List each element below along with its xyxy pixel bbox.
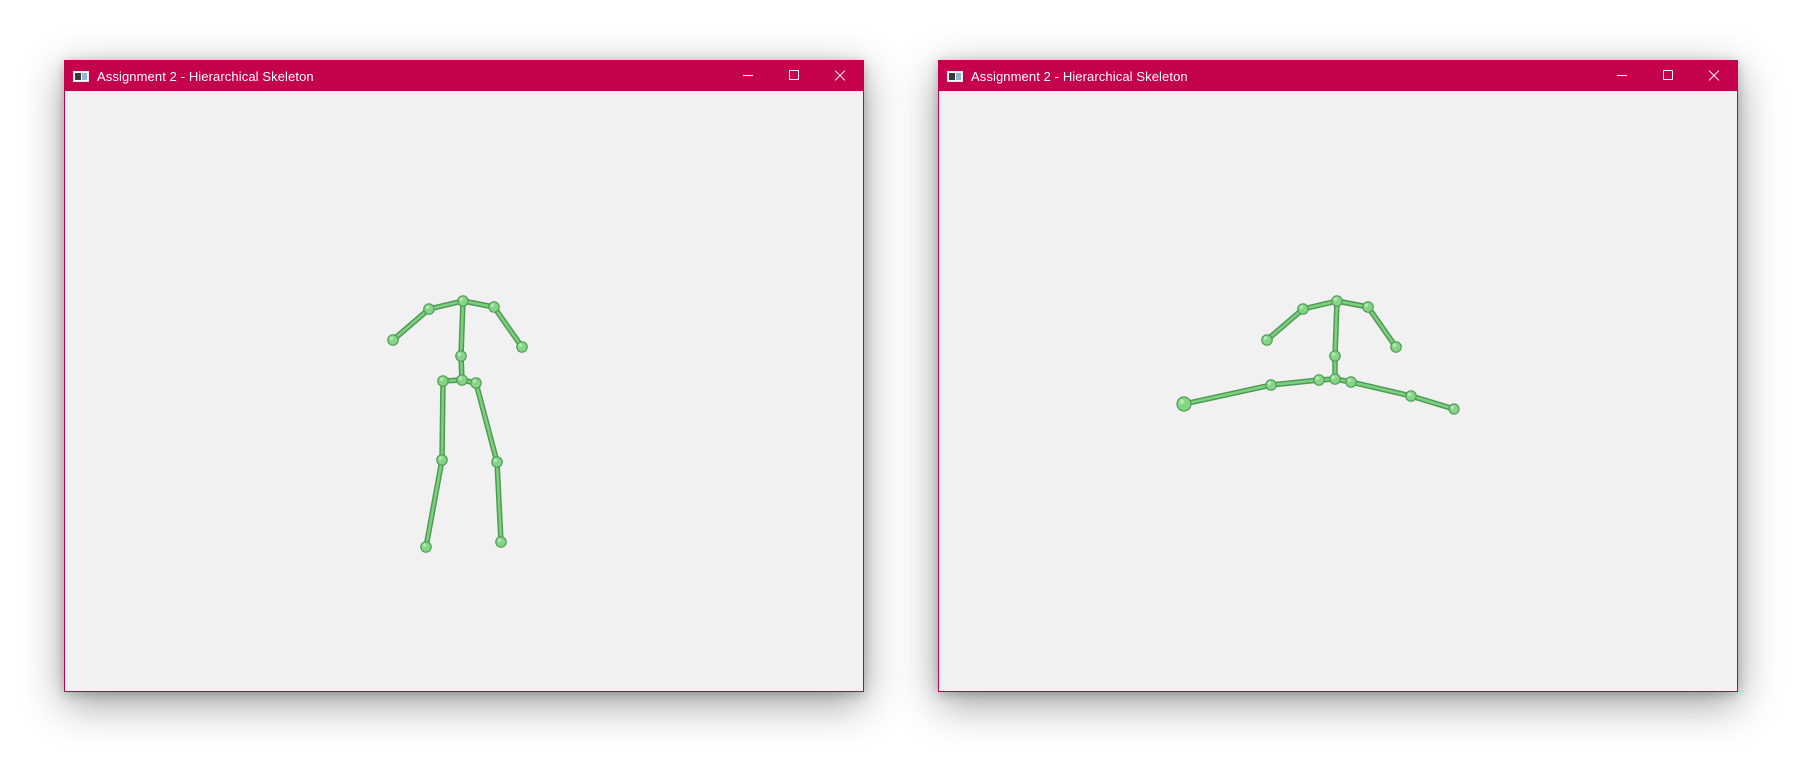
joint-highlight-l_hand [1263, 336, 1268, 340]
joint-highlight-pelvis [458, 376, 463, 380]
app-icon[interactable] [73, 70, 89, 82]
joint-highlight-l_hip [1315, 376, 1320, 380]
joint-l_hand [387, 334, 399, 346]
maximize-icon[interactable] [1645, 61, 1691, 91]
joint-l_hip [437, 375, 449, 387]
maximize-icon[interactable] [771, 61, 817, 91]
bone-highlight-l_knee-l_foot [424, 458, 444, 549]
joint-highlight-spine [1331, 352, 1336, 356]
joint-highlight-r_hand [518, 343, 523, 347]
joint-l_knee [1265, 379, 1277, 391]
joint-pelvis [1329, 373, 1341, 385]
joint-highlight-neck [1333, 297, 1338, 301]
bone-highlight-l_hip-l_knee [440, 379, 445, 462]
bone-highlight-l_knee-l_foot [1182, 383, 1273, 406]
gl-viewport[interactable] [65, 91, 863, 691]
joint-l_shoulder [423, 303, 435, 315]
joint-r_foot [1448, 403, 1460, 415]
joint-neck [1331, 295, 1343, 307]
window-title: Assignment 2 - Hierarchical Skeleton [971, 68, 1188, 84]
skeleton-figure [1176, 295, 1460, 415]
joint-l_foot [1176, 396, 1192, 412]
joint-highlight-l_shoulder [1299, 305, 1304, 309]
bone-highlight-r_knee-r_foot [1409, 394, 1456, 411]
joint-highlight-r_knee [493, 458, 498, 462]
joint-r_knee [491, 456, 503, 468]
joint-highlight-l_hip [439, 377, 444, 381]
joint-r_foot [495, 536, 507, 548]
joint-spine [1329, 350, 1341, 362]
joint-highlight-spine [457, 352, 462, 356]
title-bar[interactable]: Assignment 2 - Hierarchical Skeleton [939, 61, 1737, 91]
bone-highlight-r_hip-r_knee [474, 381, 499, 464]
joint-highlight-neck [459, 297, 464, 301]
bone-highlight-r_shoulder-r_hand [1366, 305, 1398, 349]
joint-l_foot [420, 541, 432, 553]
joint-r_shoulder [488, 301, 500, 313]
joint-highlight-r_hip [1347, 378, 1352, 382]
joint-r_hand [516, 341, 528, 353]
close-icon[interactable] [1691, 61, 1737, 91]
joint-r_hand [1390, 341, 1402, 353]
joint-l_hip [1313, 374, 1325, 386]
joint-l_hand [1261, 334, 1273, 346]
joint-highlight-pelvis [1331, 375, 1336, 379]
window-controls [725, 61, 863, 91]
joint-r_shoulder [1362, 301, 1374, 313]
app-icon[interactable] [947, 70, 963, 82]
joint-r_hip [1345, 376, 1357, 388]
window-controls [1599, 61, 1737, 91]
skeleton-window-right[interactable]: Assignment 2 - Hierarchical Skeleton [938, 60, 1738, 692]
joint-l_knee [436, 454, 448, 466]
joint-highlight-r_hand [1392, 343, 1397, 347]
joint-highlight-r_hip [472, 379, 477, 383]
joint-highlight-l_shoulder [425, 305, 430, 309]
joint-highlight-r_shoulder [1364, 303, 1369, 307]
skeleton-window-left[interactable]: Assignment 2 - Hierarchical Skeleton [64, 60, 864, 692]
joint-r_knee [1405, 390, 1417, 402]
joint-neck [457, 295, 469, 307]
bone-highlight-l_shoulder-l_hand [391, 307, 431, 342]
joint-highlight-l_foot [422, 543, 427, 547]
skeleton-figure [387, 295, 528, 553]
minimize-icon[interactable] [1599, 61, 1645, 91]
joint-r_hip [470, 377, 482, 389]
joint-highlight-r_shoulder [490, 303, 495, 307]
window-title: Assignment 2 - Hierarchical Skeleton [97, 68, 314, 84]
bone-highlight-l_shoulder-l_hand [1265, 307, 1305, 342]
joint-highlight-r_foot [497, 538, 502, 542]
title-bar[interactable]: Assignment 2 - Hierarchical Skeleton [65, 61, 863, 91]
joint-highlight-l_foot [1179, 399, 1185, 404]
joint-highlight-l_knee [438, 456, 443, 460]
joint-pelvis [456, 374, 468, 386]
joint-highlight-r_knee [1407, 392, 1412, 396]
bone-highlight-r_hip-r_knee [1349, 380, 1413, 398]
joint-highlight-l_knee [1267, 381, 1272, 385]
joint-highlight-r_foot [1450, 405, 1455, 409]
joint-highlight-l_hand [389, 336, 394, 340]
bone-highlight-r_shoulder-r_hand [492, 305, 524, 349]
minimize-icon[interactable] [725, 61, 771, 91]
joint-l_shoulder [1297, 303, 1309, 315]
joint-spine [455, 350, 467, 362]
gl-viewport[interactable] [939, 91, 1737, 691]
close-icon[interactable] [817, 61, 863, 91]
